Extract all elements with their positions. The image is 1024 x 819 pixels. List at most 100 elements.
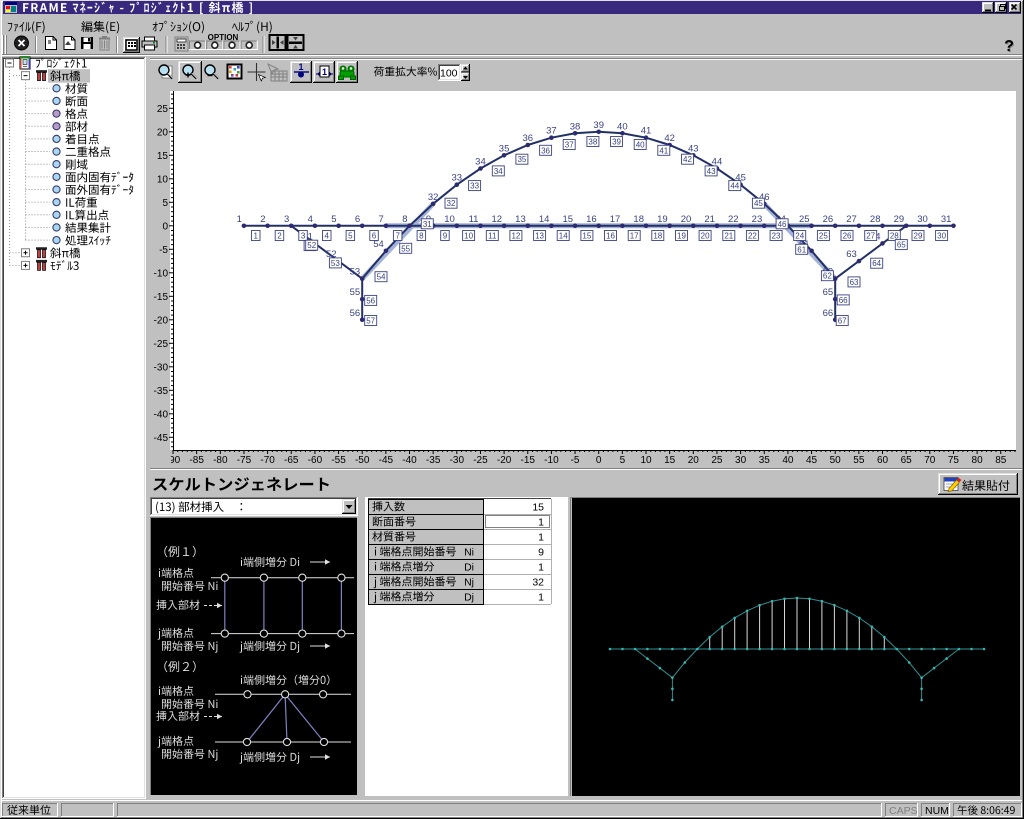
svg-text:27: 27 <box>846 214 857 225</box>
svg-text:23: 23 <box>752 214 763 225</box>
svg-text:55: 55 <box>350 287 361 298</box>
svg-text:3: 3 <box>301 232 306 241</box>
svg-text:62: 62 <box>823 272 832 281</box>
svg-text:-25: -25 <box>154 339 169 350</box>
svg-text:41: 41 <box>641 126 652 137</box>
svg-text:10: 10 <box>640 455 652 466</box>
svg-text:40: 40 <box>617 121 628 132</box>
svg-text:45: 45 <box>806 455 818 466</box>
svg-text:26: 26 <box>823 214 834 225</box>
svg-text:7: 7 <box>395 232 400 241</box>
svg-text:-30: -30 <box>154 362 169 373</box>
svg-text:-40: -40 <box>402 455 417 466</box>
svg-text:2: 2 <box>277 232 282 241</box>
svg-text:31: 31 <box>423 220 432 229</box>
svg-text:67: 67 <box>838 316 847 325</box>
svg-text:18: 18 <box>633 214 644 225</box>
svg-text:-25: -25 <box>473 455 488 466</box>
svg-text:1: 1 <box>538 517 544 529</box>
svg-text:20: 20 <box>681 214 692 225</box>
svg-text:55: 55 <box>401 244 410 253</box>
svg-text:16: 16 <box>586 214 597 225</box>
svg-text:15: 15 <box>532 502 544 514</box>
svg-text:12: 12 <box>511 232 520 241</box>
svg-text:19: 19 <box>677 232 686 241</box>
svg-text:6: 6 <box>355 214 360 225</box>
svg-text:26: 26 <box>843 232 852 241</box>
svg-text:25: 25 <box>711 455 723 466</box>
svg-text:18: 18 <box>653 232 662 241</box>
svg-text:22: 22 <box>748 232 757 241</box>
svg-text:-60: -60 <box>308 455 323 466</box>
svg-text:40: 40 <box>636 140 645 149</box>
svg-text:38: 38 <box>588 138 597 147</box>
svg-text:28: 28 <box>870 214 881 225</box>
svg-text:36: 36 <box>541 146 550 155</box>
svg-text:0: 0 <box>596 455 602 466</box>
svg-text:-45: -45 <box>379 455 394 466</box>
svg-text:39: 39 <box>593 120 604 131</box>
svg-text:25: 25 <box>799 214 810 225</box>
svg-text:8: 8 <box>419 232 424 241</box>
svg-text:39: 39 <box>612 138 621 147</box>
svg-text:35: 35 <box>517 155 526 164</box>
svg-text:8: 8 <box>402 214 407 225</box>
svg-text:15: 15 <box>582 232 591 241</box>
svg-text:46: 46 <box>778 220 787 229</box>
svg-text:-5: -5 <box>159 245 168 256</box>
svg-text:Nj: Nj <box>464 577 474 589</box>
svg-text:100: 100 <box>440 68 458 80</box>
svg-text:29: 29 <box>894 214 905 225</box>
svg-text:30: 30 <box>735 455 747 466</box>
svg-text:28: 28 <box>890 232 899 241</box>
svg-text:11: 11 <box>488 232 497 241</box>
svg-text:33: 33 <box>452 173 463 184</box>
svg-text:20: 20 <box>688 455 700 466</box>
svg-text:65: 65 <box>823 287 834 298</box>
svg-text:Ni: Ni <box>464 547 474 559</box>
svg-text:15: 15 <box>157 151 169 162</box>
svg-text:35: 35 <box>759 455 771 466</box>
svg-text:-45: -45 <box>154 433 169 444</box>
svg-text:4: 4 <box>324 232 329 241</box>
svg-text:60: 60 <box>877 455 889 466</box>
svg-text:-65: -65 <box>284 455 299 466</box>
svg-text:21: 21 <box>724 232 733 241</box>
svg-text:12: 12 <box>492 214 503 225</box>
svg-text:1: 1 <box>538 562 544 574</box>
svg-text:1: 1 <box>322 67 327 77</box>
svg-text:40: 40 <box>782 455 794 466</box>
svg-text:34: 34 <box>494 167 503 176</box>
svg-text:-75: -75 <box>237 455 252 466</box>
svg-text:10: 10 <box>444 214 455 225</box>
svg-text:30: 30 <box>917 214 928 225</box>
svg-text:30: 30 <box>937 232 946 241</box>
svg-text:56: 56 <box>366 296 375 305</box>
svg-text:NUM: NUM <box>925 805 949 817</box>
svg-text:21: 21 <box>704 214 715 225</box>
svg-text:14: 14 <box>539 214 550 225</box>
svg-text:-30: -30 <box>450 455 465 466</box>
svg-text:38: 38 <box>570 121 581 132</box>
svg-text:43: 43 <box>688 143 699 154</box>
svg-text:20: 20 <box>701 232 710 241</box>
svg-text:65: 65 <box>897 241 906 250</box>
svg-text:32: 32 <box>428 192 439 203</box>
svg-text:3: 3 <box>284 214 289 225</box>
svg-text:24: 24 <box>795 232 804 241</box>
svg-text:16: 16 <box>606 232 615 241</box>
svg-text:-20: -20 <box>497 455 512 466</box>
svg-text:54: 54 <box>377 273 386 282</box>
svg-text:-20: -20 <box>154 315 169 326</box>
svg-text:42: 42 <box>664 133 675 144</box>
svg-text:-10: -10 <box>154 268 169 279</box>
svg-text:1: 1 <box>538 592 544 604</box>
svg-text:15: 15 <box>664 455 676 466</box>
svg-text:-35: -35 <box>154 386 169 397</box>
svg-text:27: 27 <box>866 232 875 241</box>
svg-text:17: 17 <box>610 214 621 225</box>
svg-text:-40: -40 <box>154 409 169 420</box>
svg-text:37: 37 <box>546 126 557 137</box>
svg-text:2: 2 <box>260 214 265 225</box>
svg-text:10: 10 <box>464 232 473 241</box>
